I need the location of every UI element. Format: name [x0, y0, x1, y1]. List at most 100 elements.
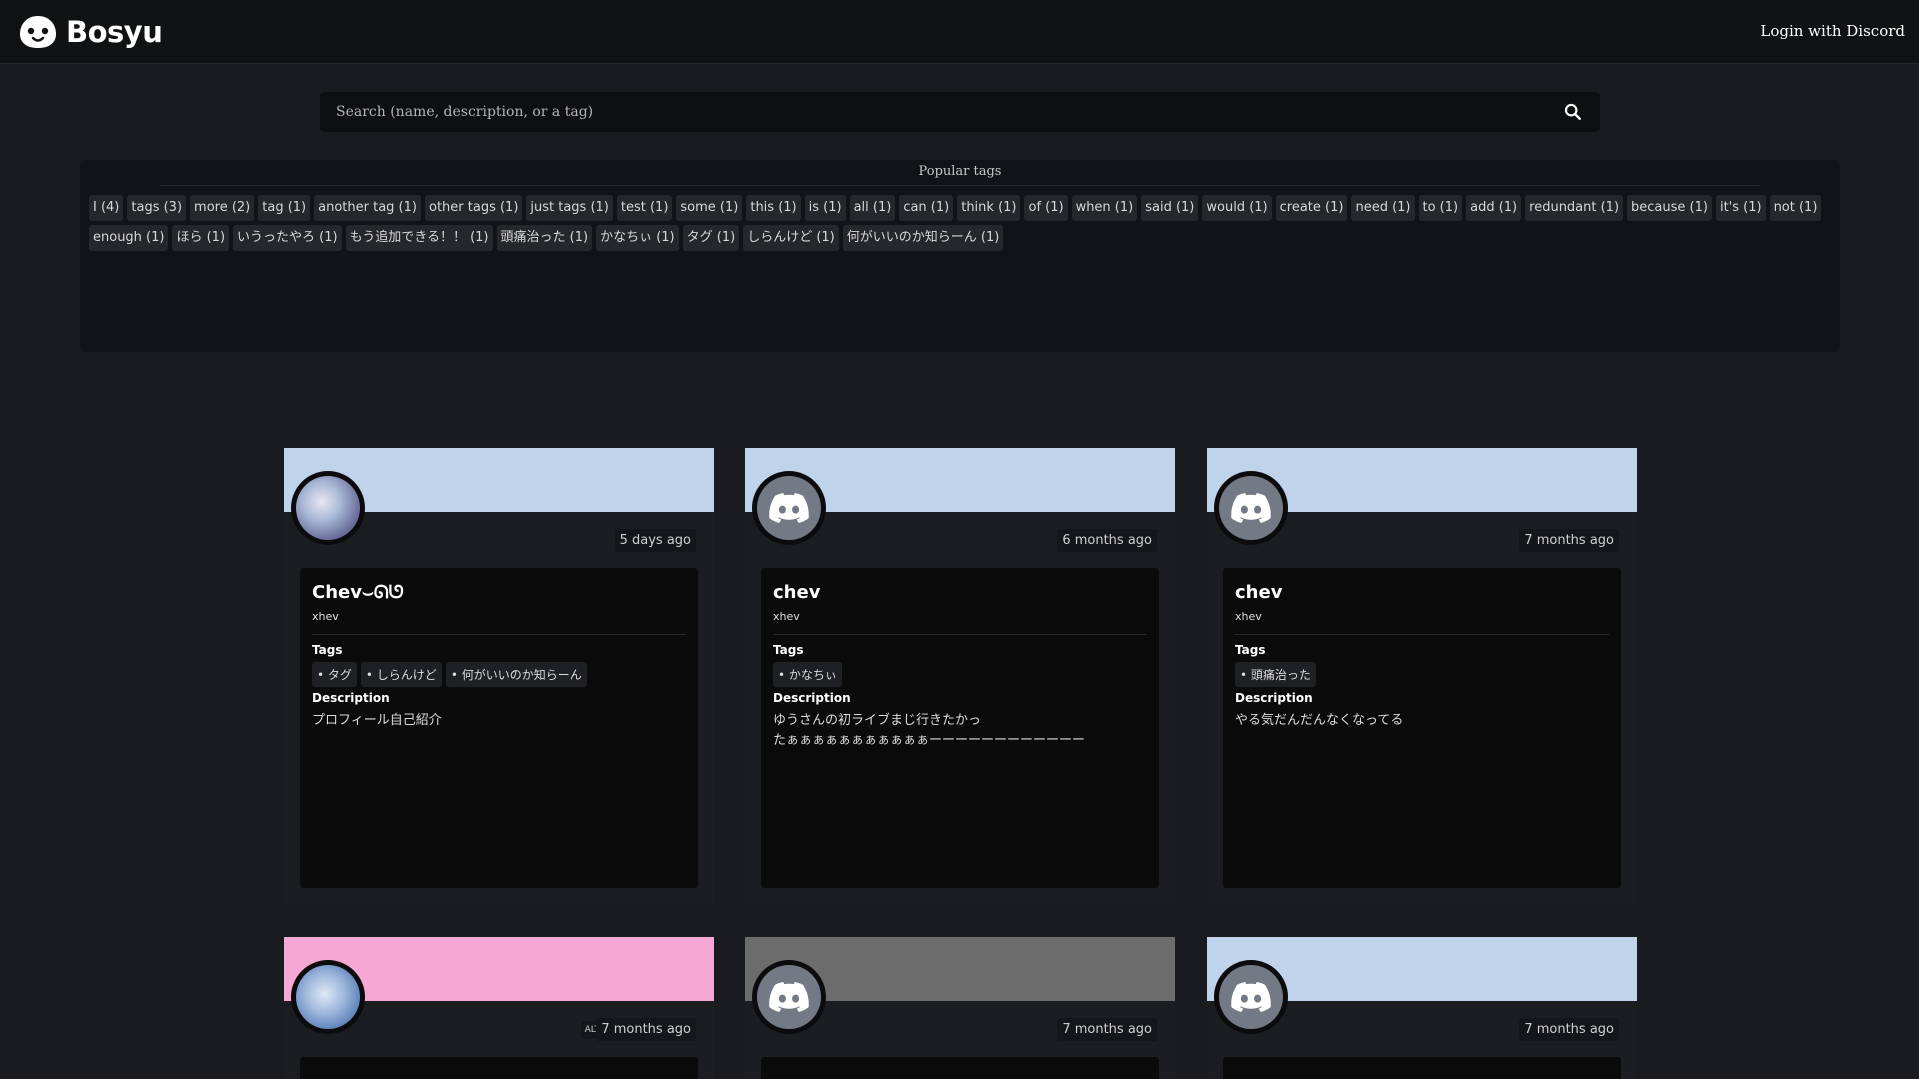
divider: [1235, 634, 1609, 635]
popular-tag[interactable]: can (1): [899, 195, 954, 221]
username: xhev: [773, 610, 800, 623]
avatar: [291, 960, 365, 1034]
avatar: [291, 471, 365, 545]
profile-card[interactable]: ALT 7 months ago: [284, 937, 714, 1079]
timestamp-badge: 6 months ago: [1057, 529, 1157, 552]
username: xhev: [1235, 610, 1262, 623]
discord-icon: [769, 982, 809, 1012]
avatar: [752, 471, 826, 545]
avatar-image: [296, 476, 360, 540]
tags-label: Tags: [312, 643, 343, 657]
brand-logo[interactable]: Bosyu: [18, 14, 163, 50]
card-tag-list: • 頭痛治った: [1235, 662, 1316, 687]
popular-tag[interactable]: タグ (1): [682, 225, 740, 251]
profile-card[interactable]: 7 months ago chev xhev Tags • 頭痛治った Descripti…: [1207, 448, 1637, 904]
profile-card[interactable]: 7 months ago: [745, 937, 1175, 1079]
popular-tag[interactable]: tag (1): [258, 195, 311, 221]
popular-tag[interactable]: think (1): [957, 195, 1021, 221]
popular-tag[interactable]: いうったやろ (1): [233, 225, 342, 251]
popular-tag[interactable]: to (1): [1418, 195, 1463, 221]
divider: [773, 634, 1147, 635]
popular-tag[interactable]: said (1): [1141, 195, 1199, 221]
popular-tag[interactable]: all (1): [849, 195, 896, 221]
discord-default-avatar: [757, 476, 821, 540]
avatar-image: [296, 965, 360, 1029]
popular-tags-list: I (4) tags (3) more (2) tag (1) another tag …: [89, 195, 1829, 251]
popular-tag[interactable]: is (1): [804, 195, 846, 221]
card-tag[interactable]: • タグ: [312, 662, 357, 687]
brand-name: Bosyu: [66, 15, 163, 49]
display-name: chev: [773, 582, 821, 603]
search-icon[interactable]: [1564, 103, 1582, 121]
profile-card[interactable]: 6 months ago chev xhev Tags • かなちぃ Descriptio…: [745, 448, 1175, 904]
popular-tag[interactable]: ほら (1): [172, 225, 230, 251]
description-text: やる気だんだんなくなってる: [1235, 713, 1404, 728]
username: xhev: [312, 610, 339, 623]
popular-tag[interactable]: because (1): [1627, 195, 1712, 221]
card-tag-list: • かなちぃ: [773, 662, 842, 687]
card-body: chev xhev Tags • かなちぃ Description ゆうさんの初ライブまじ…: [761, 568, 1159, 888]
popular-tag[interactable]: when (1): [1071, 195, 1138, 221]
profile-card[interactable]: 7 months ago: [1207, 937, 1637, 1079]
login-with-discord-link[interactable]: Login with Discord: [1760, 22, 1905, 40]
popular-tag[interactable]: just tags (1): [526, 195, 613, 221]
discord-icon: [1231, 493, 1271, 523]
popular-tag[interactable]: more (2): [190, 195, 255, 221]
popular-tag[interactable]: need (1): [1351, 195, 1415, 221]
popular-tag[interactable]: redundant (1): [1525, 195, 1624, 221]
display-name: Chev⌣ᘏᘎ: [312, 582, 404, 603]
timestamp-badge: 5 days ago: [614, 529, 696, 552]
popular-tag[interactable]: of (1): [1024, 195, 1068, 221]
popular-tags-panel: Popular tags I (4) tags (3) more (2) tag (1…: [80, 160, 1840, 352]
popular-tag[interactable]: some (1): [676, 195, 743, 221]
popular-tag[interactable]: add (1): [1466, 195, 1522, 221]
card-tag[interactable]: • 頭痛治った: [1235, 662, 1316, 687]
timestamp-badge: 7 months ago: [1057, 1018, 1157, 1041]
popular-tag[interactable]: 頭痛治った (1): [496, 225, 593, 251]
card-body: Chev⌣ᘏᘎ xhev Tags • タグ • しらんけど • 何がいいのか知らーん De…: [300, 568, 698, 888]
profile-card[interactable]: 5 days ago Chev⌣ᘏᘎ xhev Tags • タグ • しらんけど • 何が…: [284, 448, 714, 904]
description-label: Description: [773, 691, 851, 705]
tags-label: Tags: [773, 643, 804, 657]
discord-icon: [769, 493, 809, 523]
popular-tag[interactable]: other tags (1): [424, 195, 523, 221]
description-label: Description: [312, 691, 390, 705]
popular-tag[interactable]: would (1): [1202, 195, 1272, 221]
search-input[interactable]: [320, 92, 1540, 132]
popular-tag[interactable]: enough (1): [89, 225, 169, 251]
top-nav-bar: Bosyu Login with Discord: [0, 0, 1919, 64]
popular-tag[interactable]: this (1): [746, 195, 801, 221]
card-tag[interactable]: • かなちぃ: [773, 662, 842, 687]
popular-tag[interactable]: tags (3): [127, 195, 187, 221]
ghost-logo-icon: [20, 16, 56, 48]
avatar: [1214, 471, 1288, 545]
discord-default-avatar: [1219, 476, 1283, 540]
description-text: プロフィール自己紹介: [312, 713, 442, 728]
card-body: chev xhev Tags • 頭痛治った Description やる気だんだんなくな…: [1223, 568, 1621, 888]
popular-tag[interactable]: もう追加できる！！ (1): [345, 225, 493, 251]
card-body: [300, 1057, 698, 1079]
popular-tag[interactable]: しらんけど (1): [743, 225, 839, 251]
popular-tag[interactable]: create (1): [1275, 195, 1348, 221]
search-bar: [320, 92, 1600, 132]
popular-tag[interactable]: not (1): [1769, 195, 1822, 221]
description-label: Description: [1235, 691, 1313, 705]
popular-tag[interactable]: I (4): [89, 195, 124, 221]
popular-tag[interactable]: 何がいいのか知らーん (1): [842, 225, 1004, 251]
popular-tag[interactable]: test (1): [616, 195, 673, 221]
card-tag-list: • タグ • しらんけど • 何がいいのか知らーん: [312, 662, 587, 687]
popular-tag[interactable]: it's (1): [1715, 195, 1766, 221]
card-tag[interactable]: • 何がいいのか知らーん: [445, 662, 587, 687]
discord-icon: [1231, 982, 1271, 1012]
divider: [312, 634, 686, 635]
card-body: [1223, 1057, 1621, 1079]
tags-label: Tags: [1235, 643, 1266, 657]
popular-tag[interactable]: another tag (1): [314, 195, 421, 221]
popular-tag[interactable]: かなちぃ (1): [596, 225, 679, 251]
avatar: [1214, 960, 1288, 1034]
card-tag[interactable]: • しらんけど: [360, 662, 442, 687]
popular-tags-title: Popular tags: [160, 164, 1760, 186]
card-body: [761, 1057, 1159, 1079]
timestamp-badge: 7 months ago: [1519, 1018, 1619, 1041]
discord-default-avatar: [1219, 965, 1283, 1029]
